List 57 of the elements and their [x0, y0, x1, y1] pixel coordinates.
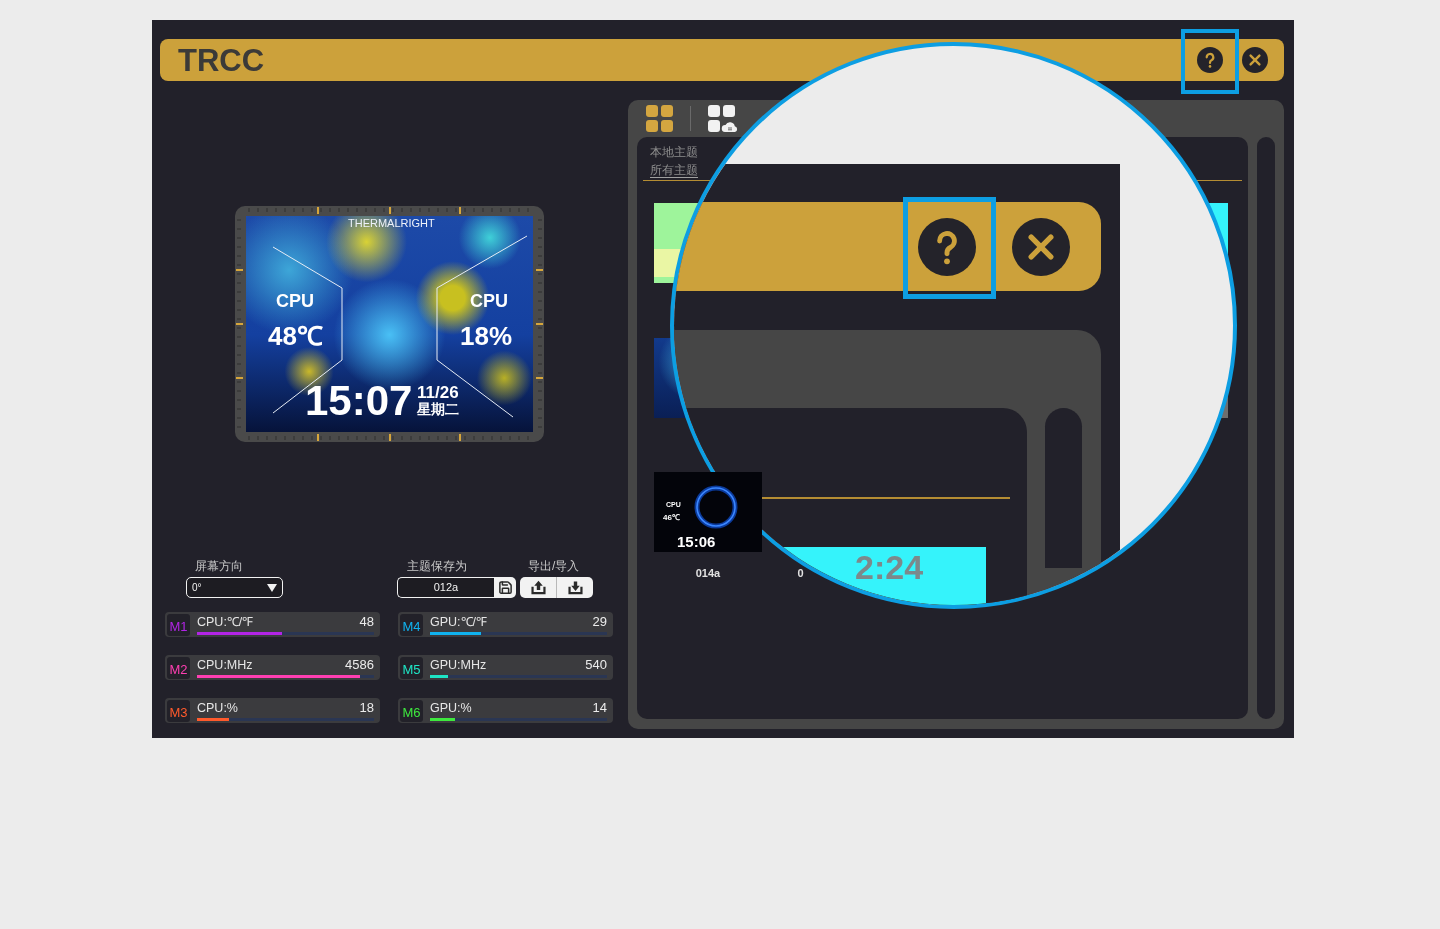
gauge-label: CPU: [470, 292, 508, 310]
theme-tab[interactable]: 本地主题: [650, 145, 698, 159]
scrollbar[interactable]: [1257, 137, 1275, 719]
upload-icon: [529, 579, 547, 596]
sensor-slot-label: M6: [400, 699, 423, 722]
help-icon: [1197, 47, 1223, 73]
cloud-themes-button[interactable]: [708, 105, 738, 132]
sensor-name: GPU:MHz: [430, 657, 487, 672]
sensor-name: CPU:%: [197, 700, 238, 715]
sensor-value: 48: [359, 614, 374, 629]
theme-name: 0: [797, 567, 804, 580]
sensor-value: 4586: [345, 657, 374, 672]
sensor-slot-label: M1: [167, 613, 190, 636]
help-icon: [918, 217, 976, 276]
sensor-slot-label: M5: [400, 656, 423, 679]
clock-date: 11/26: [417, 384, 459, 401]
export-button[interactable]: [520, 577, 556, 598]
sensor-name: GPU:%: [430, 700, 472, 715]
close-button[interactable]: [1242, 47, 1268, 73]
close-icon: [1012, 217, 1070, 276]
grid-cloud-icon: [708, 105, 738, 132]
download-icon: [566, 579, 584, 596]
theme-tab[interactable]: 所有主题: [650, 163, 698, 178]
field-label: 主题保存为: [406, 559, 468, 573]
grid-view-button[interactable]: [646, 105, 673, 132]
sensor-name: CPU:℃/℉: [197, 614, 254, 629]
gauge-label: CPU: [276, 292, 314, 310]
save-button[interactable]: [494, 577, 516, 598]
sensor-slot-label: M4: [400, 613, 423, 636]
theme-name-input[interactable]: 012a: [397, 577, 494, 598]
caret-icon: [267, 583, 277, 592]
brand-text: THERMALRIGHT: [348, 218, 435, 229]
thumbnail-gauge-value: 46℃: [663, 514, 680, 522]
clock-time: 15:07: [305, 380, 413, 422]
thumbnail-clock: 15:06: [677, 534, 716, 549]
sensor-value: 14: [592, 700, 607, 715]
sensor-value: 18: [359, 700, 374, 715]
gauge-value: 48℃: [268, 323, 323, 349]
clock-weekday: 星期二: [417, 402, 459, 416]
sensor-name: GPU:℃/℉: [430, 614, 488, 629]
ring-drawing: [694, 485, 738, 529]
grid-icon: [646, 105, 673, 132]
field-label: 导出/导入: [527, 559, 581, 573]
close-icon: [1242, 47, 1268, 73]
orientation-dropdown[interactable]: 0°: [186, 577, 283, 598]
sensor-value: 540: [585, 657, 607, 672]
theme-name: 014a: [695, 567, 721, 580]
help-button[interactable]: [1197, 47, 1223, 73]
sensor-value: 29: [592, 614, 607, 629]
import-button[interactable]: [556, 577, 593, 598]
sensor-name: CPU:MHz: [197, 657, 253, 672]
app-title: TRCC: [178, 44, 265, 76]
sensor-slot-label: M2: [167, 656, 190, 679]
sensor-slot-label: M3: [167, 699, 190, 722]
field-label: 屏幕方向: [194, 559, 244, 573]
gauge-value: 18%: [460, 323, 513, 349]
thumbnail-clock: 2:24: [855, 550, 924, 584]
